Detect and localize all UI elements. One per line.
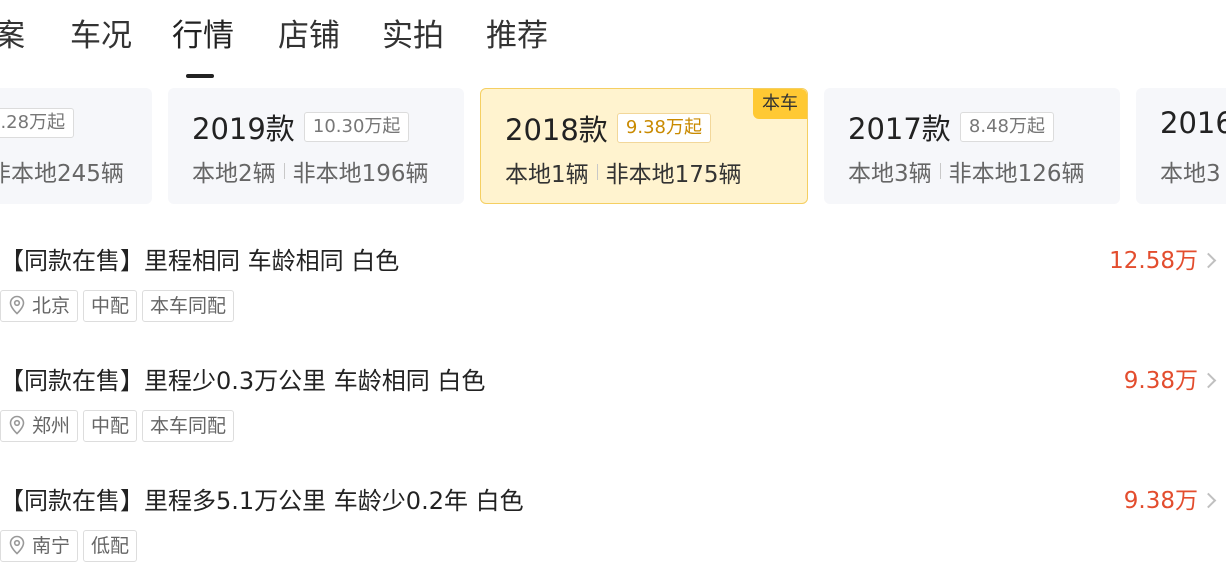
divider xyxy=(283,163,285,179)
year-card[interactable]: 1.28万起 非本地245辆 xyxy=(0,88,152,204)
listing-tags: 郑州 中配 本车同配 xyxy=(0,410,239,442)
location-label: 南宁 xyxy=(32,535,71,557)
year-card[interactable]: 2017款 8.48万起 本地3辆 非本地126辆 xyxy=(824,88,1120,204)
location-label: 郑州 xyxy=(32,415,71,437)
listing-tags: 北京 中配 本车同配 xyxy=(0,290,239,322)
model-year-strip: 1.28万起 非本地245辆 2019款 10.30万起 本地2辆非本地196辆… xyxy=(0,88,1226,206)
listing-price: 12.58万 xyxy=(1109,248,1198,274)
listing-price: 9.38万 xyxy=(1123,368,1198,394)
current-car-badge: 本车 xyxy=(753,89,807,119)
location-tag: 郑州 xyxy=(0,410,79,442)
location-pin-icon xyxy=(9,295,25,315)
tab-market[interactable]: 行情 xyxy=(172,14,234,58)
listing-title: 【同款在售】里程多5.1万公里 车龄少0.2年 白色 xyxy=(0,487,524,515)
tab-photos[interactable]: 实拍 xyxy=(382,14,444,58)
nonlocal-count: 非本地245辆 xyxy=(0,161,124,187)
nonlocal-count: 非本地126辆 xyxy=(948,161,1085,187)
trim-tag: 中配 xyxy=(83,410,138,442)
year-card[interactable]: 2016 本地3 xyxy=(1136,88,1226,204)
config-tag: 本车同配 xyxy=(142,290,235,322)
listing-item[interactable]: 【同款在售】里程相同 车龄相同 白色 12.58万 北京 中配 本车同配 xyxy=(0,244,1226,344)
divider xyxy=(596,164,598,180)
config-tag: 本车同配 xyxy=(142,410,235,442)
active-tab-indicator xyxy=(186,74,214,78)
local-count: 本地2辆 xyxy=(192,161,276,187)
listing-price: 9.38万 xyxy=(1123,488,1198,514)
year-card-current[interactable]: 2018款 9.38万起 本地1辆 非本地175辆 本车 xyxy=(480,88,808,204)
nonlocal-count: 非本地175辆 xyxy=(605,162,742,188)
price-chip: 1.28万起 xyxy=(0,108,75,138)
trim-tag: 低配 xyxy=(83,530,138,562)
local-count: 本地3辆 xyxy=(848,161,932,187)
tab-condition[interactable]: 车况 xyxy=(70,14,132,58)
tab-store[interactable]: 店铺 xyxy=(278,14,340,58)
chevron-right-icon xyxy=(1200,492,1217,509)
divider xyxy=(939,163,941,179)
price-chip: 9.38万起 xyxy=(616,113,711,143)
tab-recommend[interactable]: 推荐 xyxy=(486,14,548,58)
market-page: 案 车况 行情 店铺 实拍 推荐 1.28万起 非本地245辆 2019款 10… xyxy=(0,0,1226,564)
year-label: 2019款 xyxy=(192,112,295,146)
location-label: 北京 xyxy=(32,295,71,317)
listing-item[interactable]: 【同款在售】里程少0.3万公里 车龄相同 白色 9.38万 郑州 中配 本车同配 xyxy=(0,364,1226,464)
local-count: 本地3 xyxy=(1160,161,1221,187)
year-label: 2016 xyxy=(1160,106,1226,140)
location-tag: 南宁 xyxy=(0,530,79,562)
year-label: 2018款 xyxy=(505,113,608,147)
listing-title: 【同款在售】里程相同 车龄相同 白色 xyxy=(0,247,400,275)
price-chip: 10.30万起 xyxy=(303,112,410,142)
year-card[interactable]: 2019款 10.30万起 本地2辆 非本地196辆 xyxy=(168,88,464,204)
year-label: 2017款 xyxy=(848,112,951,146)
price-chip: 8.48万起 xyxy=(959,112,1054,142)
location-tag: 北京 xyxy=(0,290,79,322)
nonlocal-count: 非本地196辆 xyxy=(292,161,429,187)
listing-title: 【同款在售】里程少0.3万公里 车龄相同 白色 xyxy=(0,367,486,395)
trim-tag: 中配 xyxy=(83,290,138,322)
listing-tags: 南宁 低配 xyxy=(0,530,142,562)
listing-item[interactable]: 【同款在售】里程多5.1万公里 车龄少0.2年 白色 9.38万 南宁 低配 xyxy=(0,484,1226,564)
local-count: 本地1辆 xyxy=(505,162,589,188)
location-pin-icon xyxy=(9,415,25,435)
location-pin-icon xyxy=(9,535,25,555)
chevron-right-icon xyxy=(1200,372,1217,389)
tab-archive[interactable]: 案 xyxy=(0,14,25,58)
chevron-right-icon xyxy=(1200,252,1217,269)
